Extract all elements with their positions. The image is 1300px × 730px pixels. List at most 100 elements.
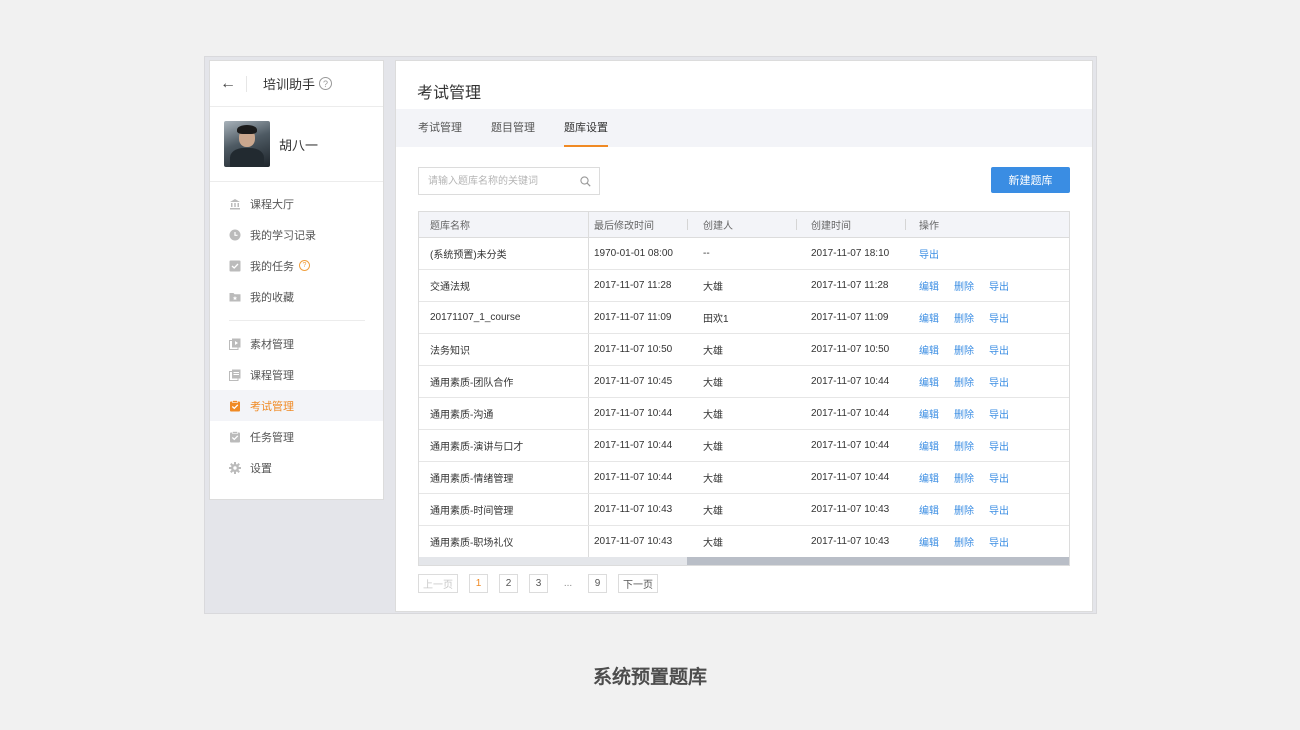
- sidebar-item-my-tasks[interactable]: 我的任务 ?: [210, 250, 383, 281]
- edit-link[interactable]: 编辑: [919, 406, 939, 421]
- edit-link[interactable]: 编辑: [919, 470, 939, 485]
- sidebar-item-material-manage[interactable]: 素材管理: [210, 328, 383, 359]
- sidebar-item-label: 任务管理: [250, 431, 294, 444]
- help-circle-icon: ?: [299, 260, 310, 271]
- cell-modified: 2017-11-07 10:50: [594, 344, 673, 355]
- material-icon: [229, 338, 241, 350]
- sidebar-item-favorites[interactable]: 我的收藏: [210, 281, 383, 312]
- tab-bar: 考试管理 题目管理 题库设置: [396, 109, 1092, 147]
- cell-actions: 编辑 删除 导出: [919, 462, 1024, 493]
- tab-question-bank-settings[interactable]: 题库设置: [564, 109, 608, 147]
- cell-created: 2017-11-07 10:43: [811, 504, 890, 515]
- sidebar-item-task-manage[interactable]: 任务管理: [210, 421, 383, 452]
- cell-created: 2017-11-07 10:43: [811, 536, 890, 547]
- page-button-2[interactable]: 2: [499, 574, 518, 593]
- delete-link[interactable]: 删除: [954, 534, 974, 549]
- cell-actions: 编辑 删除 导出: [919, 430, 1024, 461]
- course-icon: [229, 369, 241, 381]
- page-button-9[interactable]: 9: [588, 574, 607, 593]
- cell-actions: 导出: [919, 238, 954, 269]
- cell-creator: 大雄: [703, 506, 723, 517]
- edit-link[interactable]: 编辑: [919, 502, 939, 517]
- cell-creator: 大雄: [703, 538, 723, 549]
- cell-created: 2017-11-07 11:09: [811, 312, 889, 323]
- edit-link[interactable]: 编辑: [919, 534, 939, 549]
- prev-page-button[interactable]: 上一页: [418, 574, 458, 593]
- table-row: (系统预置)未分类 1970-01-01 08:00 -- 2017-11-07 18…: [419, 238, 1069, 270]
- cell-created: 2017-11-07 10:44: [811, 440, 890, 451]
- next-page-button[interactable]: 下一页: [618, 574, 658, 593]
- sidebar-item-settings[interactable]: 设置: [210, 452, 383, 483]
- tab-exam-manage[interactable]: 考试管理: [418, 109, 462, 147]
- column-header-modified: 最后修改时间: [594, 221, 654, 232]
- sidebar-item-label: 我的任务: [250, 260, 294, 273]
- edit-link[interactable]: 编辑: [919, 438, 939, 453]
- export-link[interactable]: 导出: [989, 310, 1009, 325]
- cell-created: 2017-11-07 10:50: [811, 344, 890, 355]
- export-link[interactable]: 导出: [989, 534, 1009, 549]
- edit-link[interactable]: 编辑: [919, 342, 939, 357]
- cell-creator: 大雄: [703, 442, 723, 453]
- cell-created: 2017-11-07 10:44: [811, 376, 890, 387]
- cell-creator: 大雄: [703, 282, 723, 293]
- sidebar: ← 培训助手 ? 胡八一 课程大厅 我的学习记录 我的任务 ? 我的收藏 素材管…: [209, 60, 384, 500]
- sidebar-item-exam-manage[interactable]: 考试管理: [210, 390, 383, 421]
- cell-name: 法务知识: [430, 346, 470, 357]
- sidebar-header: ← 培训助手 ?: [210, 61, 383, 107]
- back-arrow-icon[interactable]: ←: [210, 75, 247, 92]
- column-header-actions: 操作: [919, 221, 939, 232]
- export-link[interactable]: 导出: [989, 374, 1009, 389]
- delete-link[interactable]: 删除: [954, 406, 974, 421]
- sidebar-item-label: 设置: [250, 462, 272, 475]
- search-input[interactable]: [426, 174, 580, 188]
- avatar[interactable]: [224, 121, 270, 167]
- cell-created: 2017-11-07 11:28: [811, 280, 889, 291]
- search-box: [418, 167, 600, 195]
- page-title: 考试管理: [417, 85, 482, 102]
- export-link[interactable]: 导出: [919, 246, 939, 261]
- cell-actions: 编辑 删除 导出: [919, 270, 1024, 301]
- cell-name: 交通法规: [430, 282, 470, 293]
- delete-link[interactable]: 删除: [954, 310, 974, 325]
- delete-link[interactable]: 删除: [954, 438, 974, 453]
- new-question-bank-button[interactable]: 新建题库: [991, 167, 1070, 193]
- app-title: 培训助手: [263, 77, 316, 92]
- page-button-3[interactable]: 3: [529, 574, 548, 593]
- sidebar-item-course-hall[interactable]: 课程大厅: [210, 188, 383, 219]
- delete-link[interactable]: 删除: [954, 470, 974, 485]
- export-link[interactable]: 导出: [989, 406, 1009, 421]
- edit-link[interactable]: 编辑: [919, 374, 939, 389]
- edit-link[interactable]: 编辑: [919, 310, 939, 325]
- export-link[interactable]: 导出: [989, 502, 1009, 517]
- scrollbar-thumb[interactable]: [687, 557, 1069, 565]
- export-link[interactable]: 导出: [989, 470, 1009, 485]
- delete-link[interactable]: 删除: [954, 342, 974, 357]
- delete-link[interactable]: 删除: [954, 278, 974, 293]
- column-header-created: 创建时间: [811, 221, 851, 232]
- delete-link[interactable]: 删除: [954, 374, 974, 389]
- sidebar-menu: 课程大厅 我的学习记录 我的任务 ? 我的收藏 素材管理 课程管理 考试管理 任…: [210, 182, 383, 489]
- export-link[interactable]: 导出: [989, 438, 1009, 453]
- delete-link[interactable]: 删除: [954, 502, 974, 517]
- page-button-1[interactable]: 1: [469, 574, 488, 593]
- sidebar-item-study-record[interactable]: 我的学习记录: [210, 219, 383, 250]
- table-row: 通用素质-时间管理 2017-11-07 10:43 大雄 2017-11-07 10…: [419, 494, 1069, 526]
- cell-modified: 2017-11-07 11:09: [594, 312, 672, 323]
- table-row: 法务知识 2017-11-07 10:50 大雄 2017-11-07 10:50 编辑…: [419, 334, 1069, 366]
- cell-actions: 编辑 删除 导出: [919, 366, 1024, 397]
- export-link[interactable]: 导出: [989, 278, 1009, 293]
- horizontal-scrollbar[interactable]: [419, 557, 1069, 565]
- user-name: 胡八一: [279, 137, 319, 153]
- sidebar-item-label: 课程大厅: [250, 198, 294, 211]
- sidebar-item-course-manage[interactable]: 课程管理: [210, 359, 383, 390]
- search-icon[interactable]: [580, 176, 591, 190]
- sidebar-item-label: 素材管理: [250, 338, 294, 351]
- sidebar-divider: [229, 320, 365, 321]
- cell-created: 2017-11-07 10:44: [811, 408, 890, 419]
- edit-link[interactable]: 编辑: [919, 278, 939, 293]
- caption: 系统预置题库: [592, 667, 707, 688]
- tab-question-manage[interactable]: 题目管理: [491, 109, 535, 147]
- export-link[interactable]: 导出: [989, 342, 1009, 357]
- help-circle-icon[interactable]: ?: [319, 77, 333, 90]
- cell-created: 2017-11-07 10:44: [811, 472, 890, 483]
